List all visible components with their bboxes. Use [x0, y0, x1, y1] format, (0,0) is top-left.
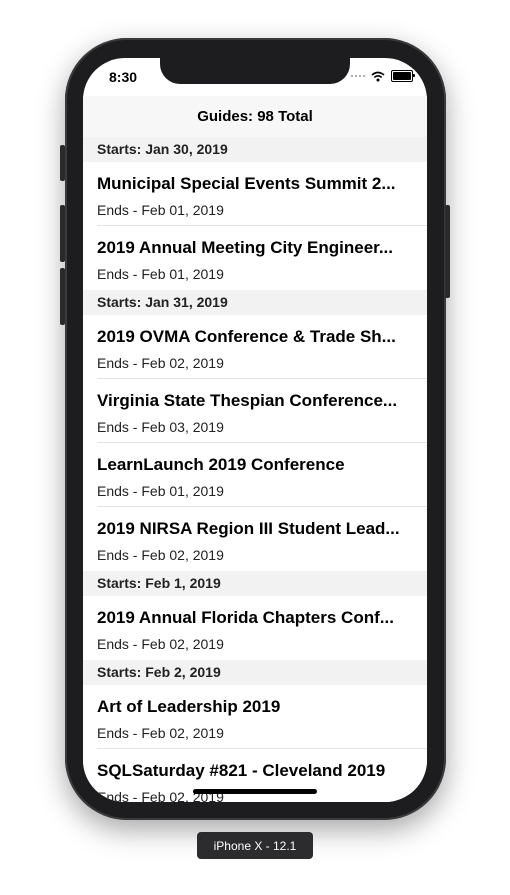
list-item-title: LearnLaunch 2019 Conference [97, 455, 345, 474]
list-item[interactable]: SQLSaturday #821 - Cleveland 2019 Ends -… [83, 749, 427, 802]
list-item-title: 2019 Annual Florida Chapters Conf... [97, 608, 394, 627]
list-item-subtitle: Ends - Feb 02, 2019 [97, 725, 224, 741]
cellular-signal-icon [351, 75, 365, 77]
volume-up-button [60, 205, 65, 262]
list-item-subtitle: Ends - Feb 02, 2019 [97, 547, 224, 563]
list-item[interactable]: Art of Leadership 2019 Ends - Feb 02, 20… [83, 685, 427, 749]
list-item-title: Virginia State Thespian Conference... [97, 391, 398, 410]
list-item-title: Municipal Special Events Summit 2... [97, 174, 396, 193]
list-item-title: 2019 Annual Meeting City Engineer... [97, 238, 393, 257]
status-time: 8:30 [109, 69, 138, 85]
section-header: Starts: Feb 2, 2019 [83, 660, 427, 685]
mute-switch [60, 145, 65, 181]
section-header: Starts: Jan 30, 2019 [83, 137, 427, 162]
list-item[interactable]: Virginia State Thespian Conference... En… [83, 379, 427, 443]
list-item[interactable]: 2019 Annual Florida Chapters Conf... End… [83, 596, 427, 660]
list-item-subtitle: Ends - Feb 01, 2019 [97, 483, 224, 499]
list-item-subtitle: Ends - Feb 03, 2019 [97, 419, 224, 435]
home-indicator[interactable] [193, 789, 317, 794]
battery-icon [391, 70, 415, 82]
section-header: Starts: Jan 31, 2019 [83, 290, 427, 315]
list-item[interactable]: Municipal Special Events Summit 2... End… [83, 162, 427, 226]
section-header: Starts: Feb 1, 2019 [83, 571, 427, 596]
wifi-icon [371, 71, 385, 81]
list-item[interactable]: 2019 Annual Meeting City Engineer... End… [83, 226, 427, 290]
guides-list[interactable]: Starts: Jan 30, 2019 Municipal Special E… [83, 137, 427, 802]
list-item-title: SQLSaturday #821 - Cleveland 2019 [97, 761, 386, 780]
screen: 8:30 Guides: 98 Total Starts: Jan 30, 20… [83, 58, 427, 802]
list-item-subtitle: Ends - Feb 02, 2019 [97, 355, 224, 371]
navigation-bar: Guides: 98 Total [83, 96, 427, 138]
list-item[interactable]: 2019 NIRSA Region III Student Lead... En… [83, 507, 427, 571]
list-item-title: 2019 NIRSA Region III Student Lead... [97, 519, 400, 538]
list-item-title: Art of Leadership 2019 [97, 697, 281, 716]
simulator-device-label: iPhone X - 12.1 [197, 832, 313, 859]
power-button [445, 205, 450, 298]
list-item[interactable]: 2019 OVMA Conference & Trade Sh... Ends … [83, 315, 427, 379]
list-item-subtitle: Ends - Feb 01, 2019 [97, 266, 224, 282]
status-icons [351, 70, 415, 82]
notch [160, 58, 350, 84]
list-item-subtitle: Ends - Feb 02, 2019 [97, 636, 224, 652]
nav-title: Guides: 98 Total [197, 108, 313, 125]
list-item-title: 2019 OVMA Conference & Trade Sh... [97, 327, 396, 346]
list-item-subtitle: Ends - Feb 01, 2019 [97, 202, 224, 218]
list-item[interactable]: LearnLaunch 2019 Conference Ends - Feb 0… [83, 443, 427, 507]
volume-down-button [60, 268, 65, 325]
